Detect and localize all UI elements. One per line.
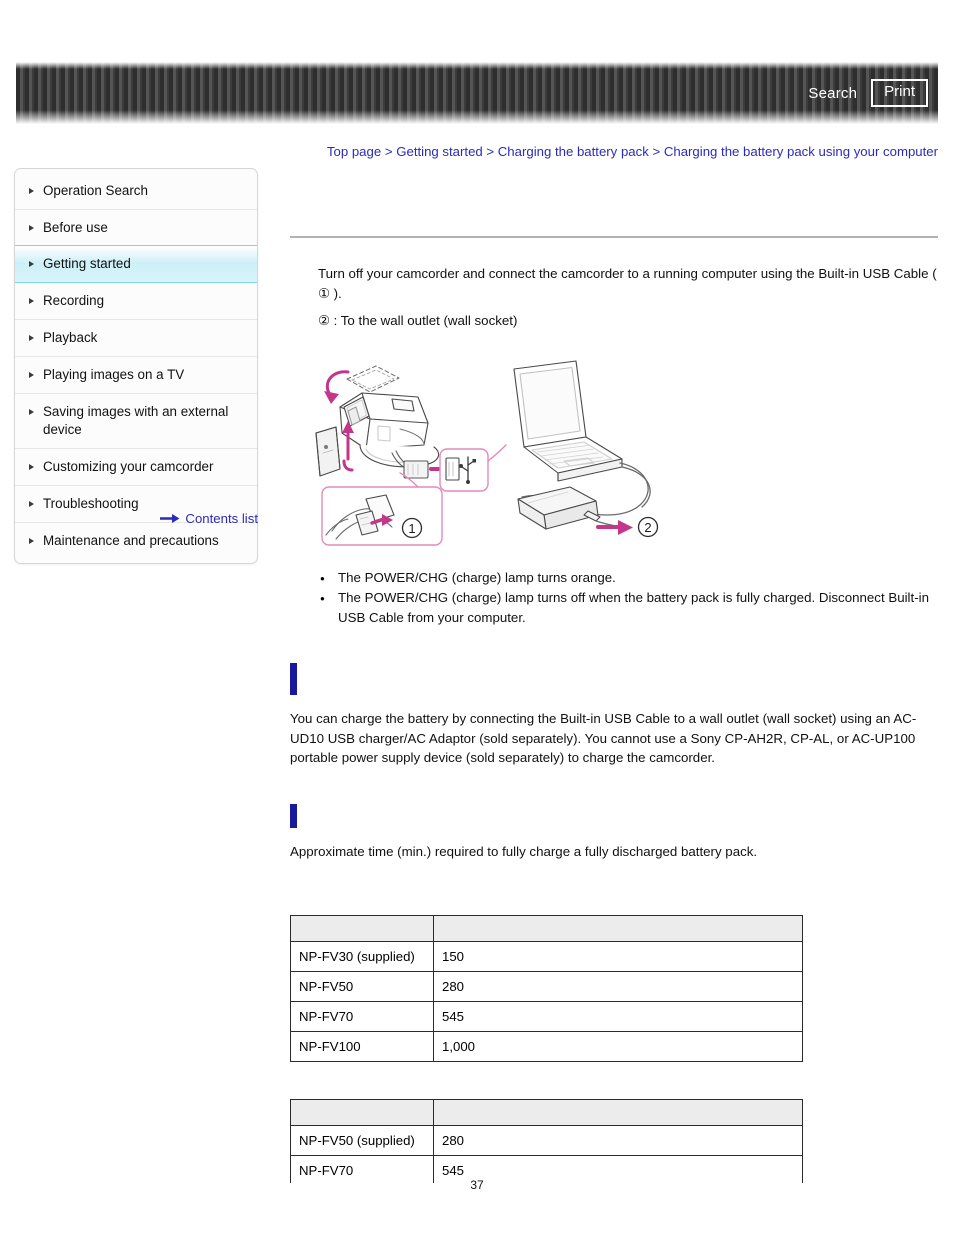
charging-time-table-2-wrapper: NP-FV50 (supplied) 280 NP-FV70 545: [290, 1099, 803, 1183]
step-instruction-2: ② : To the wall outlet (wall socket): [318, 313, 518, 328]
sidebar-item-maintenance-and-precautions[interactable]: Maintenance and precautions: [15, 522, 257, 559]
sidebar-item-recording[interactable]: Recording: [15, 283, 257, 319]
chevron-right-icon: [29, 538, 34, 544]
sidebar-item-label: Playing images on a TV: [43, 367, 185, 382]
search-link[interactable]: Search: [808, 85, 857, 102]
section-body: You can charge the battery by connecting…: [290, 711, 917, 765]
table-header-row: [290, 915, 803, 942]
charging-time-table-1: NP-FV30 (supplied) 150 NP-FV50 280 NP-FV…: [290, 915, 803, 1062]
chevron-right-icon: [29, 335, 34, 341]
page-number: 37: [470, 1178, 484, 1192]
sidebar-item-label: Before use: [43, 220, 108, 235]
sidebar-item-label: Getting started: [43, 256, 131, 271]
sidebar-item-label: Saving images with an external device: [43, 404, 229, 437]
breadcrumb-item-top-page[interactable]: Top page: [327, 144, 381, 159]
sidebar-item-label: Playback: [43, 330, 98, 345]
sidebar-item-getting-started[interactable]: Getting started: [15, 245, 257, 283]
arrow-right-icon: [160, 514, 180, 523]
table-cell-time: 280: [433, 1125, 803, 1156]
table-row: NP-FV30 (supplied) 150: [290, 941, 803, 972]
table-header-cell-model: [290, 915, 434, 942]
section-charging-via-wall-outlet: You can charge the battery by connecting…: [290, 663, 938, 768]
table-cell-model: NP-FV50 (supplied): [290, 1125, 434, 1156]
sidebar-item-label: Operation Search: [43, 183, 148, 198]
table-cell-model: NP-FV30 (supplied): [290, 941, 434, 972]
step-instruction-1: Turn off your camcorder and connect the …: [318, 266, 937, 301]
chevron-right-icon: [29, 188, 34, 194]
breadcrumb-item-current-page[interactable]: Charging the battery pack using your com…: [664, 144, 938, 159]
sidebar-item-label: Recording: [43, 293, 105, 308]
notes-list: The POWER/CHG (charge) lamp turns orange…: [320, 568, 938, 628]
sidebar-item-before-use[interactable]: Before use: [15, 209, 257, 246]
sidebar-item-playing-images-on-a-tv[interactable]: Playing images on a TV: [15, 356, 257, 393]
chevron-right-icon: [29, 261, 34, 267]
breadcrumb-separator: >: [652, 144, 661, 159]
table-header-row: [290, 1099, 803, 1126]
sidebar-item-label: Customizing your camcorder: [43, 459, 214, 474]
table-cell-model: NP-FV100: [290, 1031, 434, 1062]
breadcrumb: Top page > Getting started > Charging th…: [300, 142, 938, 161]
table-header-cell-time: [433, 1099, 803, 1126]
contents-list-link[interactable]: Contents list: [185, 511, 258, 526]
section-body: Approximate time (min.) required to full…: [290, 843, 758, 859]
breadcrumb-separator: >: [486, 144, 495, 159]
breadcrumb-separator: >: [384, 144, 393, 159]
section-marker-bar: [290, 803, 297, 828]
chevron-right-icon: [29, 225, 34, 231]
table-cell-model: NP-FV50: [290, 971, 434, 1002]
figure-callout-1-label: 1: [408, 521, 415, 536]
chevron-right-icon: [29, 501, 34, 507]
section-charging-time: Approximate time (min.) required to full…: [290, 803, 938, 862]
sidebar-item-label: Maintenance and precautions: [43, 533, 219, 548]
breadcrumb-item-getting-started[interactable]: Getting started: [396, 144, 483, 159]
table-header-cell-time: [433, 915, 803, 942]
breadcrumb-item-charging-the-battery-pack[interactable]: Charging the battery pack: [498, 144, 649, 159]
table-row: NP-FV50 (supplied) 280: [290, 1125, 803, 1156]
charging-time-table-1-wrapper: NP-FV30 (supplied) 150 NP-FV50 280 NP-FV…: [290, 889, 803, 1062]
chevron-right-icon: [29, 409, 34, 415]
sidebar-item-saving-images-with-an-external-device[interactable]: Saving images with an external device: [15, 393, 257, 448]
table-row: NP-FV50 280: [290, 971, 803, 1002]
sidebar-item-operation-search[interactable]: Operation Search: [15, 173, 257, 209]
section-marker-bar: [290, 663, 297, 695]
charging-time-table-2: NP-FV50 (supplied) 280 NP-FV70 545: [290, 1099, 803, 1183]
sidebar-item-playback[interactable]: Playback: [15, 319, 257, 356]
contents-list-row: Contents list: [14, 511, 258, 526]
note-item: The POWER/CHG (charge) lamp turns orange…: [320, 568, 938, 588]
figure-callout-2: 2: [637, 516, 659, 537]
sidebar-item-customizing-your-camcorder[interactable]: Customizing your camcorder: [15, 448, 257, 485]
table-row: NP-FV100 1,000: [290, 1031, 803, 1062]
chevron-right-icon: [29, 464, 34, 470]
table-cell-time: 1,000: [433, 1031, 803, 1062]
figure-svg: 1 2: [315, 359, 659, 546]
sidebar-navigation: Operation Search Before use Getting star…: [14, 168, 258, 564]
table-cell-model: NP-FV70: [290, 1001, 434, 1032]
chevron-right-icon: [29, 372, 34, 378]
charging-setup-illustration: 1 2: [300, 349, 670, 554]
figure-callout-1: 1: [401, 517, 423, 538]
table-cell-time: 545: [433, 1001, 803, 1032]
note-item: The POWER/CHG (charge) lamp turns off wh…: [320, 588, 938, 627]
chevron-right-icon: [29, 298, 34, 304]
print-button[interactable]: Print: [871, 79, 928, 107]
content-divider: [290, 236, 938, 238]
table-header-cell-model: [290, 1099, 434, 1126]
main-content: Turn off your camcorder and connect the …: [290, 236, 938, 861]
site-header-bar: Search Print: [16, 62, 938, 124]
table-row: NP-FV70 545: [290, 1001, 803, 1032]
figure-callout-2-label: 2: [644, 520, 651, 535]
header-actions: Search Print: [808, 62, 928, 124]
table-cell-time: 280: [433, 971, 803, 1002]
table-cell-time: 150: [433, 941, 803, 972]
